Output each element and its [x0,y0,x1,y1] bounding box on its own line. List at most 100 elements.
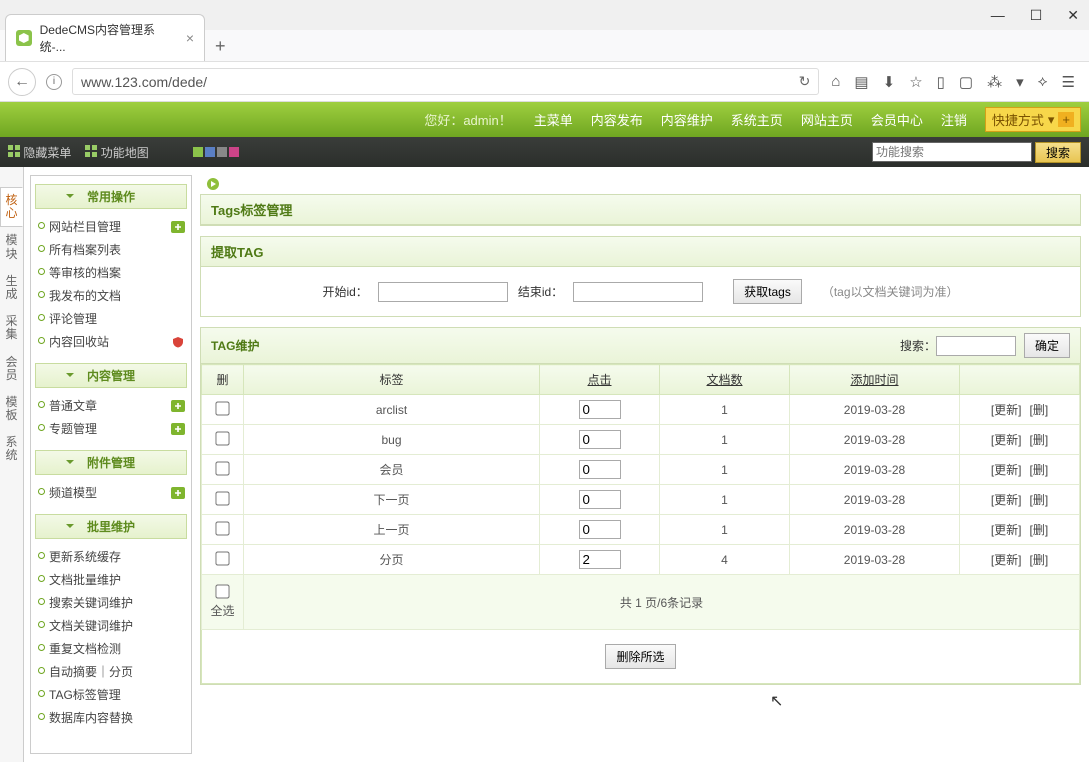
nav-content-maint[interactable]: 内容维护 [661,110,713,129]
sidebar-section-header[interactable]: 批里维护 [35,514,187,539]
delete-link[interactable]: [删] [1030,463,1049,477]
nav-logout[interactable]: 注销 [941,110,967,129]
url-box[interactable]: www.123.com/dede/ ↻ [72,68,819,95]
clipboard-icon[interactable]: ▯ [937,73,945,91]
delete-link[interactable]: [删] [1030,493,1049,507]
end-id-input[interactable] [573,282,703,302]
sidebar-item[interactable]: 普通文章 [35,394,187,417]
row-checkbox[interactable] [215,551,229,565]
delete-link[interactable]: [删] [1030,403,1049,417]
theme-pink-icon[interactable] [229,147,239,157]
nav-main-menu[interactable]: 主菜单 [534,110,573,129]
function-search-button[interactable]: 搜索 [1035,142,1081,163]
vtab-system[interactable]: 系统 [0,429,23,469]
search-ok-button[interactable]: 确定 [1024,333,1070,358]
sidebar-item[interactable]: 数据库内容替换 [35,706,187,729]
sidebar-item[interactable]: TAG标签管理 [35,683,187,706]
vtab-template[interactable]: 模板 [0,389,23,429]
vtab-collect[interactable]: 采集 [0,308,23,348]
menu-icon[interactable]: ☰ [1062,73,1075,91]
col-date[interactable]: 添加时间 [790,365,960,395]
theme-blue-icon[interactable] [205,147,215,157]
sidebar-item[interactable]: 重复文档检测 [35,637,187,660]
row-checkbox[interactable] [215,431,229,445]
update-link[interactable]: [更新] [991,493,1022,507]
back-button[interactable]: ← [8,68,36,96]
sidebar-item[interactable]: 搜索关键词维护 [35,591,187,614]
crop-icon[interactable]: ⟡ [1038,73,1048,91]
sidebar-section-header[interactable]: 常用操作 [35,184,187,209]
hits-input[interactable] [579,550,621,569]
function-search-input[interactable] [872,142,1032,162]
home-icon[interactable]: ⌂ [831,73,840,91]
hide-menu-link[interactable]: 隐藏菜单 [8,144,71,161]
chevron-down-icon[interactable]: ▾ [1016,73,1024,91]
col-hits[interactable]: 点击 [540,365,660,395]
vtab-core[interactable]: 核心 [0,187,23,227]
nav-site-home[interactable]: 网站主页 [801,110,853,129]
row-checkbox[interactable] [215,401,229,415]
tag-search-input[interactable] [936,336,1016,356]
theme-gray-icon[interactable] [217,147,227,157]
sidebar-item[interactable]: 文档关键词维护 [35,614,187,637]
update-link[interactable]: [更新] [991,433,1022,447]
sidebar-item[interactable]: 频道模型 [35,481,187,504]
window-min-icon[interactable]: — [991,7,1005,23]
sidebar-item[interactable]: 内容回收站 [35,330,187,353]
update-link[interactable]: [更新] [991,523,1022,537]
start-id-input[interactable] [378,282,508,302]
hits-input[interactable] [579,430,621,449]
delete-link[interactable]: [删] [1030,553,1049,567]
delete-link[interactable]: [删] [1030,523,1049,537]
vtab-module[interactable]: 模块 [0,227,23,267]
reader-icon[interactable]: ▤ [854,73,868,91]
bookmark-icon[interactable]: ☆ [909,73,922,91]
hits-input[interactable] [579,460,621,479]
paw-icon[interactable]: ⁂ [987,73,1002,91]
sidebar-item[interactable]: 所有档案列表 [35,238,187,261]
row-checkbox[interactable] [215,521,229,535]
get-tags-button[interactable]: 获取tags [733,279,802,304]
row-checkbox[interactable] [215,461,229,475]
update-link[interactable]: [更新] [991,553,1022,567]
reload-icon[interactable]: ↻ [799,73,811,90]
tab-close-icon[interactable]: × [186,30,194,46]
update-link[interactable]: [更新] [991,463,1022,477]
sidebar-item[interactable]: 自动摘要｜分页 [35,660,187,683]
vtab-member[interactable]: 会员 [0,349,23,389]
site-map-link[interactable]: 功能地图 [85,144,148,161]
quick-add-icon[interactable]: + [1058,112,1074,127]
delete-link[interactable]: [删] [1030,433,1049,447]
nav-system-home[interactable]: 系统主页 [731,110,783,129]
new-tab-button[interactable]: + [205,32,236,61]
vtab-gen[interactable]: 生成 [0,268,23,308]
window-close-icon[interactable]: ✕ [1067,7,1079,24]
hits-input[interactable] [579,520,621,539]
sidebar-item[interactable]: 评论管理 [35,307,187,330]
window-max-icon[interactable]: ☐ [1030,7,1043,24]
sidebar-item[interactable]: 网站栏目管理 [35,215,187,238]
nav-content-pub[interactable]: 内容发布 [591,110,643,129]
sidebar-item[interactable]: 等审核的档案 [35,261,187,284]
row-checkbox[interactable] [215,491,229,505]
update-link[interactable]: [更新] [991,403,1022,417]
theme-green-icon[interactable] [193,147,203,157]
delete-selected-button[interactable]: 删除所选 [605,644,675,669]
sidebar-item[interactable]: 我发布的文档 [35,284,187,307]
sidebar-item[interactable]: 更新系统缓存 [35,545,187,568]
sidebar-item[interactable]: 文档批量维护 [35,568,187,591]
nav-member[interactable]: 会员中心 [871,110,923,129]
select-all-checkbox[interactable] [215,584,229,598]
sidebar-item[interactable]: 专题管理 [35,417,187,440]
sidebar-section-header[interactable]: 附件管理 [35,450,187,475]
browser-tab[interactable]: DedeCMS内容管理系统-... × [5,14,205,61]
hits-input[interactable] [579,490,621,509]
site-info-icon[interactable]: i [46,74,62,90]
download-icon[interactable]: ⬇ [883,73,896,91]
theme-colors[interactable] [193,147,239,157]
quick-menu[interactable]: 快捷方式 ▾ + [985,107,1081,132]
hits-input[interactable] [579,400,621,419]
col-docs[interactable]: 文档数 [660,365,790,395]
panel-icon[interactable]: ▢ [959,73,973,91]
sidebar-section-header[interactable]: 内容管理 [35,363,187,388]
